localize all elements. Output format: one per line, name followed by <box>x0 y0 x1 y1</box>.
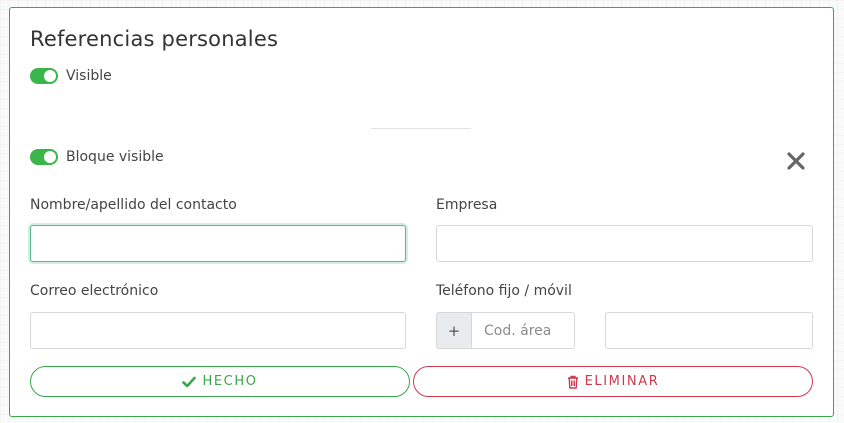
section-title: Referencias personales <box>30 27 279 51</box>
delete-button[interactable]: ELIMINAR <box>413 366 813 397</box>
done-button[interactable]: HECHO <box>30 366 410 397</box>
email-label: Correo electrónico <box>30 283 159 299</box>
divider <box>371 128 471 129</box>
trash-icon <box>567 375 579 389</box>
block-visible-toggle[interactable] <box>30 149 58 165</box>
check-icon <box>182 376 197 388</box>
company-label: Empresa <box>436 197 498 213</box>
delete-label: ELIMINAR <box>584 374 660 389</box>
phone-number-input[interactable] <box>605 312 813 349</box>
contact-name-label: Nombre/apellido del contacto <box>30 197 237 213</box>
visible-label: Visible <box>66 68 112 84</box>
phone-prefix: + <box>436 312 471 349</box>
block-visible-toggle-row: Bloque visible <box>30 149 164 165</box>
references-card: Referencias personales Visible Bloque vi… <box>9 7 834 417</box>
close-icon[interactable] <box>783 148 809 174</box>
toggle-knob <box>44 70 56 82</box>
company-input[interactable] <box>436 225 813 262</box>
block-visible-label: Bloque visible <box>66 149 164 165</box>
done-label: HECHO <box>202 374 258 389</box>
visible-toggle-row: Visible <box>30 68 112 84</box>
contact-name-input[interactable] <box>30 225 406 262</box>
phone-label: Teléfono fijo / móvil <box>436 283 572 299</box>
email-input[interactable] <box>30 312 406 349</box>
visible-toggle[interactable] <box>30 68 58 84</box>
toggle-knob <box>44 151 56 163</box>
area-code-input[interactable] <box>471 312 575 349</box>
